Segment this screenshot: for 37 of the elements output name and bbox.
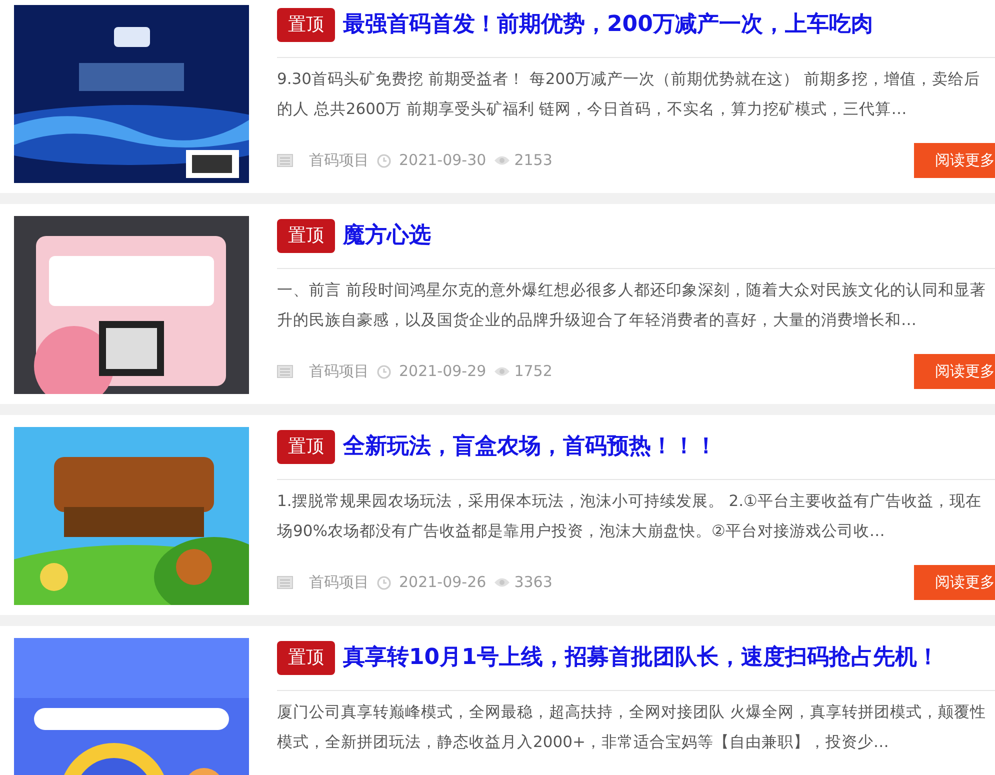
article-title[interactable]: 最强首码首发！前期优势，200万减产一次，上车吃肉 (343, 8, 873, 42)
article-title[interactable]: 全新玩法，盲盒农场，首码预热！！！ (343, 430, 717, 464)
excerpt-line: 的人 总共2600万 前期享受头矿福利 链网，今日首码，不实名，算力挖矿模式，三代算… (277, 99, 908, 120)
folder-icon (277, 576, 293, 589)
excerpt-line: 9.30首码头矿免费挖 前期受益者！ 每200万减产一次（前期优势就在这） 前期多挖，增值，卖给后 (277, 69, 981, 90)
category-label: 首码项目 (309, 361, 369, 382)
article-title[interactable]: 魔方心选 (343, 219, 431, 253)
view-count: 1752 (514, 361, 552, 382)
clock-icon (377, 364, 391, 378)
pinned-badge: 置顶 (277, 641, 335, 675)
read-more-button[interactable]: 阅读更多 (914, 565, 995, 600)
post-date: 2021-09-26 (399, 572, 486, 594)
view-count: 2153 (514, 150, 552, 172)
eye-icon (494, 366, 510, 377)
folder-icon (277, 154, 293, 167)
pinned-badge: 置顶 (277, 8, 335, 42)
post-date: 2021-09-30 (399, 150, 486, 172)
excerpt-line: 升的民族自豪感，以及国货企业的品牌升级迎合了年轻消费者的喜好，大量的消费增长和… (277, 310, 918, 331)
excerpt-line: 场90%农场都没有广告收益都是靠用户投资，泡沫大崩盘快。②平台对接游戏公司收… (277, 521, 886, 542)
read-more-button[interactable]: 阅读更多 (914, 143, 995, 178)
view-count: 3363 (514, 572, 552, 594)
pinned-badge: 置顶 (277, 219, 335, 253)
clock-icon (377, 576, 391, 590)
excerpt-line: 厦门公司真享转巅峰模式，全网最稳，超高扶持，全网对接团队 火爆全网，真享转拼团模式，颠覆性 (277, 702, 987, 723)
pinned-badge: 置顶 (277, 430, 335, 464)
folder-icon (277, 365, 293, 378)
clock-icon (377, 154, 391, 168)
article-title[interactable]: 真享转10月1号上线，招募首批团队长，速度扫码抢占先机！ (343, 641, 939, 675)
excerpt-line: 模式，全新拼团玩法，静态收益月入2000+，非常适合宝妈等【自由兼职】，投资少… (277, 732, 890, 753)
post-date: 2021-09-29 (399, 361, 486, 382)
category-label: 首码项目 (309, 150, 369, 172)
read-more-button[interactable]: 阅读更多 (914, 354, 995, 389)
eye-icon (494, 577, 510, 588)
eye-icon (494, 155, 510, 166)
excerpt-line: 一、前言 前段时间鸿星尔克的意外爆红想必很多人都还印象深刻，随着大众对民族文化的认同和显著 (277, 280, 987, 301)
category-label: 首码项目 (309, 572, 369, 594)
excerpt-line: 1.摆脱常规果园农场玩法，采用保本玩法，泡沫小可持续发展。 2.①平台主要收益有广告收益，现在 (277, 491, 982, 512)
